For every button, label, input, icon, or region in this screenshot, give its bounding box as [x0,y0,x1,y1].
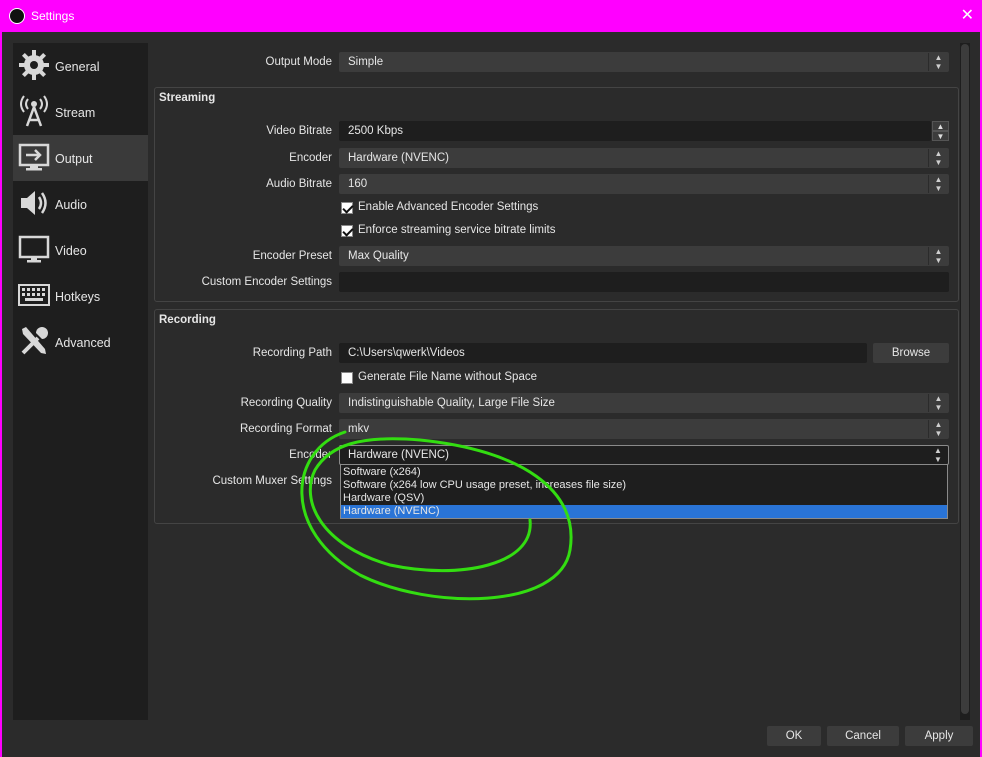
browse-button[interactable]: Browse [873,343,949,363]
recording-encoder-label: Encoder [289,449,332,461]
recording-path-input[interactable]: C:\Users\qwerk\Videos [339,343,867,363]
stream-encoder-select[interactable]: Hardware (NVENC) ▲ ▼ [339,148,949,168]
audio-bitrate-select[interactable]: 160 ▲ ▼ [339,174,949,194]
dropdown-option-selected[interactable]: Hardware (NVENC) [341,505,947,518]
sidebar-item-label: Audio [55,198,87,212]
dropdown-option[interactable]: Hardware (QSV) [341,492,947,505]
sidebar-item-label: Stream [55,106,96,120]
recording-quality-select[interactable]: Indistinguishable Quality, Large File Si… [339,393,949,413]
output-mode-label: Output Mode [265,56,332,68]
recording-format-label: Recording Format [239,423,332,435]
title-bar: Settings ✕ [0,0,982,32]
speaker-icon [21,191,47,215]
vertical-scrollbar[interactable] [960,43,970,720]
recording-path-value: C:\Users\qwerk\Videos [348,347,465,359]
recording-path-label: Recording Path [252,347,332,359]
sidebar-item-label: Output [55,152,93,166]
antenna-icon [20,95,48,127]
recording-quality-label: Recording Quality [240,397,332,409]
gear-icon [19,50,49,80]
sidebar-item-stream[interactable]: Stream [13,89,148,135]
video-bitrate-label: Video Bitrate [266,125,332,137]
output-mode-value: Simple [348,56,384,68]
tools-icon [21,327,48,355]
recording-encoder-value: Hardware (NVENC) [348,449,449,461]
keyboard-icon [18,284,50,306]
sidebar: General Stream Output Audio Video Hotkey… [13,43,148,720]
encoder-dropdown-list[interactable]: Software (x264) Software (x264 low CPU u… [340,464,948,519]
spin-down-icon[interactable]: ▼ [932,131,949,141]
checkbox-box[interactable] [341,202,353,214]
video-bitrate-spinner[interactable]: ▲ ▼ [932,121,949,141]
recording-format-select[interactable]: mkv ▲ ▼ [339,419,949,439]
streaming-title: Streaming [159,92,216,104]
encoder-preset-select[interactable]: Max Quality ▲ ▼ [339,246,949,266]
stream-encoder-label: Encoder [289,152,332,164]
output-mode-select[interactable]: Simple ▲ ▼ [339,52,949,72]
output-icon [18,143,50,171]
scrollbar-thumb[interactable] [961,44,969,714]
sidebar-item-audio[interactable]: Audio [13,181,148,227]
enforce-limits-label: Enforce streaming service bitrate limits [358,224,556,236]
recording-encoder-select[interactable]: Hardware (NVENC) ▲ ▼ [339,445,949,465]
generate-name-label: Generate File Name without Space [358,371,537,383]
cancel-button[interactable]: Cancel [827,726,899,746]
sidebar-item-video[interactable]: Video [13,227,148,273]
sidebar-item-label: General [55,60,100,74]
video-bitrate-input[interactable]: 2500 Kbps [339,121,931,141]
dropdown-option[interactable]: Software (x264) [341,466,947,479]
encoder-preset-label: Encoder Preset [252,250,332,262]
encoder-preset-value: Max Quality [348,250,409,262]
chevron-updown-icon: ▲ ▼ [928,175,948,193]
sidebar-item-label: Hotkeys [55,290,101,304]
window-title: Settings [31,9,75,23]
close-button[interactable]: ✕ [961,5,974,25]
chevron-updown-icon: ▲ ▼ [928,247,948,265]
apply-button[interactable]: Apply [905,726,973,746]
ok-button[interactable]: OK [767,726,821,746]
sidebar-item-hotkeys[interactable]: Hotkeys [13,273,148,319]
custom-encoder-input[interactable] [339,272,949,292]
custom-encoder-label: Custom Encoder Settings [201,276,332,288]
checkbox-box[interactable] [341,372,353,384]
sidebar-item-label: Video [55,244,87,258]
streaming-group [154,87,959,302]
chevron-updown-icon: ▲ ▼ [928,53,948,71]
enable-advanced-label: Enable Advanced Encoder Settings [358,201,539,213]
video-bitrate-value: 2500 Kbps [348,125,403,137]
sidebar-item-label: Advanced [55,336,111,350]
stream-encoder-value: Hardware (NVENC) [348,152,449,164]
custom-muxer-label: Custom Muxer Settings [212,475,332,487]
spin-up-icon[interactable]: ▲ [932,121,949,131]
recording-title: Recording [159,314,216,326]
recording-quality-value: Indistinguishable Quality, Large File Si… [348,397,555,409]
output-settings-panel: Output Mode Simple ▲ ▼ Streaming Video Bi… [150,43,959,720]
sidebar-item-general[interactable]: General [13,43,148,89]
checkbox-box[interactable] [341,225,353,237]
chevron-updown-icon: ▲ ▼ [928,149,948,167]
sidebar-item-advanced[interactable]: Advanced [13,319,148,365]
recording-format-value: mkv [348,423,370,435]
chevron-updown-icon: ▲ ▼ [934,446,942,464]
audio-bitrate-value: 160 [348,178,368,190]
audio-bitrate-label: Audio Bitrate [266,178,332,190]
obs-logo-icon [9,8,25,24]
sidebar-item-output[interactable]: Output [13,135,148,181]
dropdown-option[interactable]: Software (x264 low CPU usage preset, inc… [341,479,947,492]
chevron-updown-icon: ▲ ▼ [928,420,948,438]
settings-window: General Stream Output Audio Video Hotkey… [2,32,980,757]
chevron-updown-icon: ▲ ▼ [928,394,948,412]
monitor-icon [18,235,50,263]
